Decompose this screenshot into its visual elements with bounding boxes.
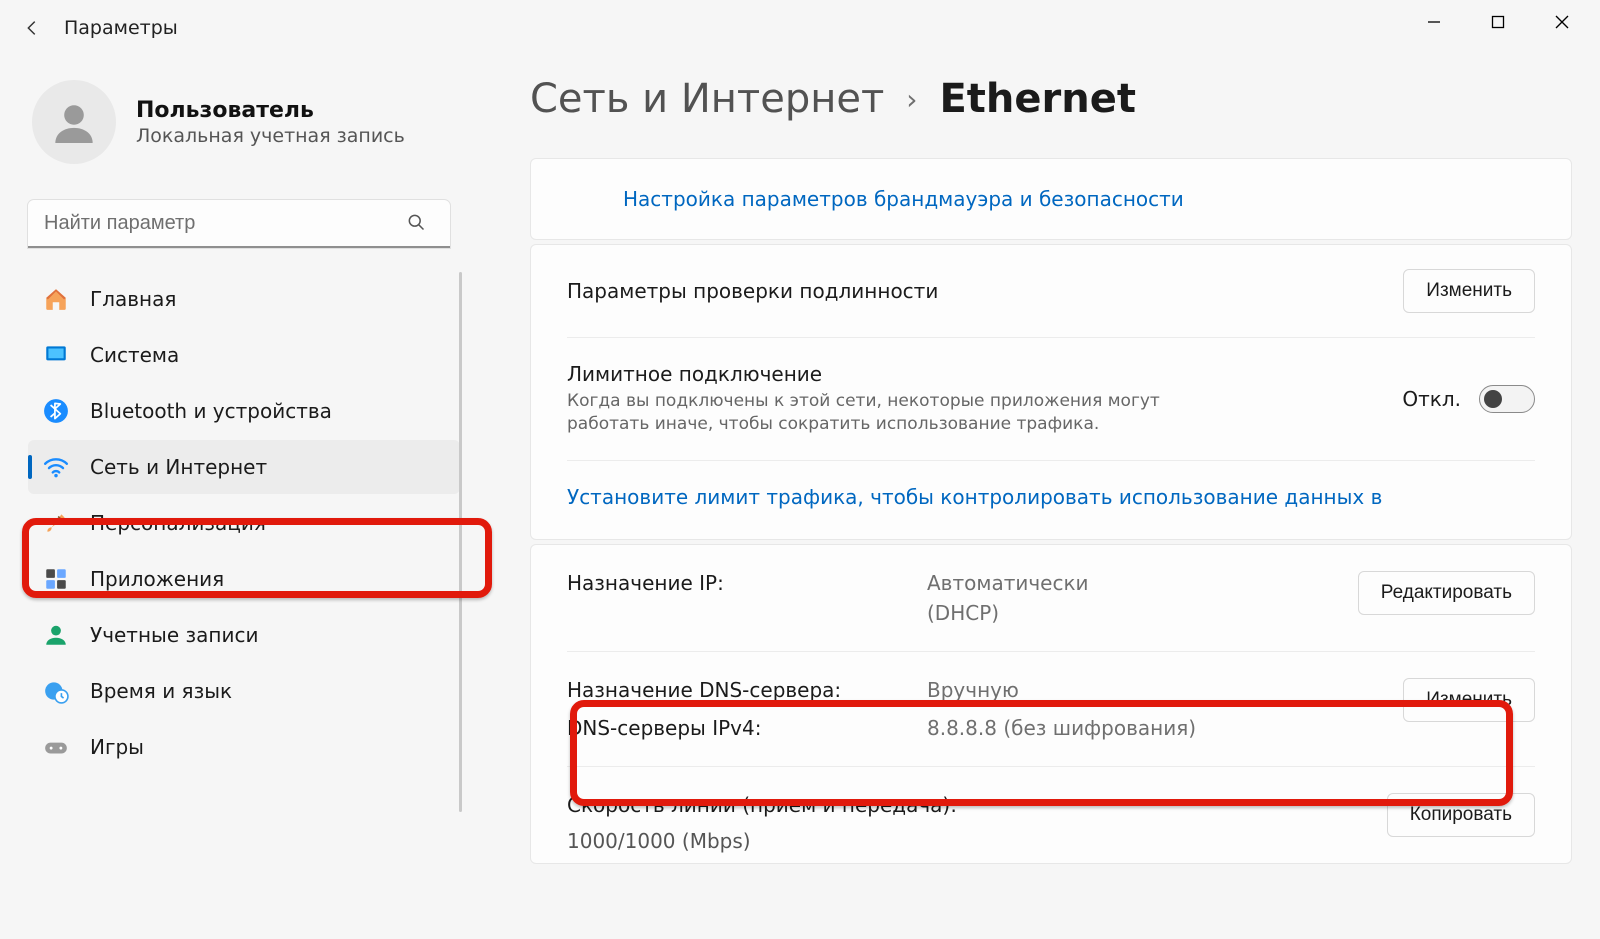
- app-title: Параметры: [64, 17, 178, 39]
- sidebar-item-gaming[interactable]: Игры: [28, 720, 460, 774]
- home-icon: [42, 285, 70, 313]
- breadcrumb-current: Ethernet: [939, 76, 1136, 122]
- back-button[interactable]: [12, 8, 52, 48]
- auth-row: Параметры проверки подлинности Изменить: [567, 245, 1535, 337]
- toggle-knob: [1484, 390, 1502, 408]
- sidebar-item-system[interactable]: Система: [28, 328, 460, 382]
- system-icon: [42, 341, 70, 369]
- sidebar-item-label: Приложения: [90, 567, 224, 591]
- sidebar-item-label: Главная: [90, 287, 176, 311]
- data-limit-link[interactable]: Установите лимит трафика, чтобы контроли…: [567, 485, 1382, 509]
- metered-row: Лимитное подключение Когда вы подключены…: [567, 337, 1535, 460]
- nav-scrollbar[interactable]: [458, 272, 464, 812]
- wifi-icon: [42, 453, 70, 481]
- nav-list: Главная Система Bluetooth и устройства С…: [28, 272, 460, 774]
- ip-label: Назначение IP:: [567, 571, 927, 595]
- sidebar-item-personalization[interactable]: Персонализация: [28, 496, 460, 550]
- auth-edit-button[interactable]: Изменить: [1403, 269, 1535, 313]
- sidebar-item-accounts[interactable]: Учетные записи: [28, 608, 460, 662]
- search-input[interactable]: [28, 200, 450, 248]
- sidebar-item-label: Игры: [90, 735, 144, 759]
- network-details-card: Назначение IP: Автоматически (DHCP) Реда…: [530, 544, 1572, 864]
- main-content: Сеть и Интернет › Ethernet Настройка пар…: [470, 56, 1600, 939]
- sidebar-item-label: Система: [90, 343, 179, 367]
- connection-settings-card: Параметры проверки подлинности Изменить …: [530, 244, 1572, 540]
- metered-title: Лимитное подключение: [567, 362, 1402, 386]
- link-speed-row: Скорость линии (прием и передача): 1000/…: [567, 766, 1535, 863]
- auth-title: Параметры проверки подлинности: [567, 279, 1345, 303]
- titlebar: Параметры: [0, 0, 1600, 56]
- ip-assignment-row: Назначение IP: Автоматически (DHCP) Реда…: [567, 545, 1535, 651]
- firewall-link-card: Настройка параметров брандмауэра и безоп…: [530, 158, 1572, 240]
- dns-label-1: Назначение DNS-сервера:: [567, 678, 927, 702]
- sidebar-item-network[interactable]: Сеть и Интернет: [28, 440, 460, 494]
- bluetooth-icon: [42, 397, 70, 425]
- dns-label-2: DNS-серверы IPv4:: [567, 716, 927, 740]
- user-subtitle: Локальная учетная запись: [136, 125, 405, 147]
- speed-title: Скорость линии (прием и передача):: [567, 793, 1345, 817]
- minimize-button[interactable]: [1402, 0, 1466, 44]
- chevron-right-icon: ›: [906, 83, 917, 116]
- globe-clock-icon: [42, 677, 70, 705]
- sidebar-item-time-language[interactable]: Время и язык: [28, 664, 460, 718]
- sidebar-item-label: Время и язык: [90, 679, 232, 703]
- ip-value-2: (DHCP): [927, 601, 1345, 625]
- gamepad-icon: [42, 733, 70, 761]
- sidebar-item-label: Персонализация: [90, 511, 266, 535]
- sidebar-item-label: Bluetooth и устройства: [90, 399, 332, 423]
- speed-copy-button[interactable]: Копировать: [1387, 793, 1535, 837]
- dns-assignment-row: Назначение DNS-сервера: DNS-серверы IPv4…: [567, 651, 1535, 766]
- breadcrumb-parent[interactable]: Сеть и Интернет: [530, 76, 884, 122]
- person-icon: [42, 621, 70, 649]
- dns-value-1: Вручную: [927, 678, 1345, 702]
- breadcrumb: Сеть и Интернет › Ethernet: [530, 76, 1572, 122]
- ip-edit-button[interactable]: Редактировать: [1358, 571, 1535, 615]
- sidebar-item-home[interactable]: Главная: [28, 272, 460, 326]
- window-controls: [1402, 0, 1594, 44]
- search-wrap: [28, 200, 454, 248]
- metered-toggle[interactable]: [1479, 385, 1535, 413]
- dns-value-2: 8.8.8.8 (без шифрования): [927, 716, 1345, 740]
- speed-value: 1000/1000 (Mbps): [567, 829, 1345, 853]
- sidebar-item-label: Сеть и Интернет: [90, 455, 267, 479]
- user-name: Пользователь: [136, 98, 405, 123]
- metered-description: Когда вы подключены к этой сети, некотор…: [567, 390, 1187, 436]
- sidebar-item-label: Учетные записи: [90, 623, 258, 647]
- brush-icon: [42, 509, 70, 537]
- maximize-button[interactable]: [1466, 0, 1530, 44]
- user-block[interactable]: Пользователь Локальная учетная запись: [28, 80, 460, 164]
- sidebar: Пользователь Локальная учетная запись Гл…: [0, 56, 470, 939]
- apps-icon: [42, 565, 70, 593]
- dns-edit-button[interactable]: Изменить: [1403, 678, 1535, 722]
- data-limit-row: Установите лимит трафика, чтобы контроли…: [567, 460, 1535, 539]
- metered-toggle-state: Откл.: [1402, 387, 1461, 411]
- close-button[interactable]: [1530, 0, 1594, 44]
- search-icon: [406, 212, 426, 236]
- sidebar-item-bluetooth[interactable]: Bluetooth и устройства: [28, 384, 460, 438]
- firewall-settings-link[interactable]: Настройка параметров брандмауэра и безоп…: [567, 159, 1535, 239]
- ip-value-1: Автоматически: [927, 571, 1345, 595]
- sidebar-item-apps[interactable]: Приложения: [28, 552, 460, 606]
- avatar: [32, 80, 116, 164]
